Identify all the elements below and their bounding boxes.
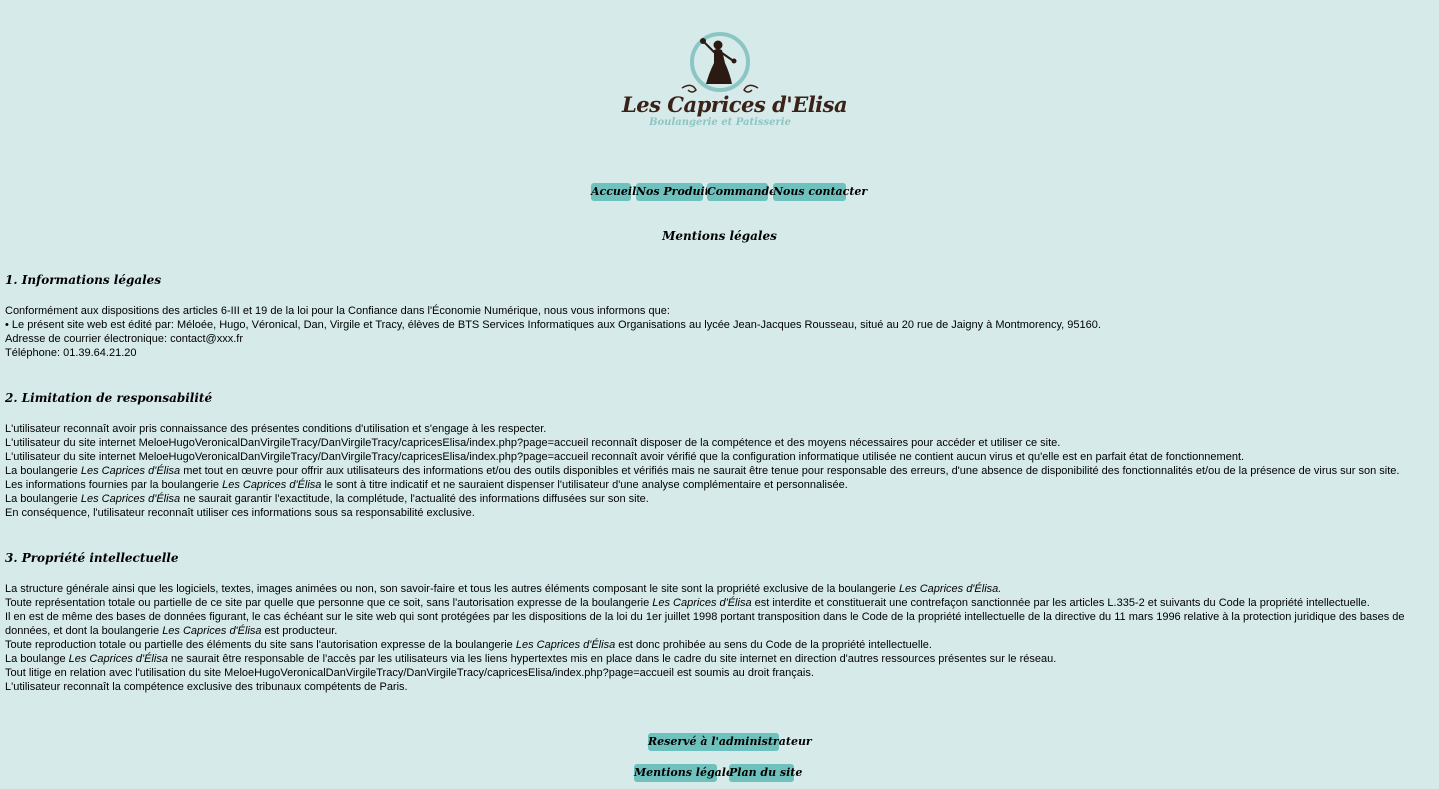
- brand-name: Les Caprices d'Élisa: [515, 639, 616, 651]
- section-2-line: La boulangerie Les Caprices d'Élisa met …: [5, 465, 1400, 477]
- brand-name: Les Caprices d'Élisa: [652, 597, 752, 609]
- section-1-line: Téléphone: 01.39.64.21.20: [5, 347, 137, 359]
- logo-subtitle: Boulangerie et Patisserie: [649, 117, 791, 128]
- section-2-heading: 2. Limitation de responsabilité: [5, 391, 213, 405]
- section-3-line: Tout litige en relation avec l'utilisati…: [5, 667, 814, 679]
- section-1-line: Adresse de courrier électronique: contac…: [5, 333, 243, 345]
- section-2-line: L'utilisateur du site internet MeloeHugo…: [5, 451, 1245, 463]
- footer-plan-du-site-link[interactable]: Plan du site: [729, 764, 802, 782]
- section-1-line: • Le présent site web est édité par: Mél…: [5, 319, 1101, 331]
- section-3-body: La structure générale ainsi que les logi…: [5, 582, 1434, 694]
- brand-name: Les Caprices d'Élisa: [162, 625, 262, 637]
- section-3-line: Il en est de même des bases de données f…: [5, 611, 1405, 637]
- section-1-heading: 1. Informations légales: [5, 273, 162, 287]
- nav-nous-contacter-button[interactable]: Nous contacter: [773, 183, 867, 201]
- section-3-line: L'utilisateur reconnaît la compétence ex…: [5, 681, 408, 693]
- section-3-line: La structure générale ainsi que les logi…: [5, 583, 1002, 595]
- page-title: Mentions légales: [662, 229, 777, 243]
- nav-nos-produits-button[interactable]: Nos Produits: [636, 183, 716, 201]
- section-3-line: La boulange Les Caprices d'Élisa ne saur…: [5, 653, 1057, 665]
- section-2-line: La boulangerie Les Caprices d'Élisa ne s…: [5, 493, 649, 505]
- logo-title: Les Caprices d'Elisa: [622, 92, 848, 117]
- site-logo[interactable]: Les Caprices d'Elisa Boulangerie et Pati…: [622, 30, 848, 132]
- nav-accueil-button[interactable]: Accueil: [591, 183, 636, 201]
- section-1-body: Conformément aux dispositions des articl…: [5, 304, 1434, 360]
- brand-name: Les Caprices d'Élisa: [80, 465, 181, 477]
- brand-name: Les Caprices d'Élisa: [222, 479, 322, 491]
- section-3-heading: 3. Propriété intellectuelle: [5, 551, 179, 565]
- section-2-line: Les informations fournies par la boulang…: [5, 479, 848, 491]
- brand-name: Les Caprices d'Élisa: [80, 493, 181, 505]
- section-2-body: L'utilisateur reconnaît avoir pris conna…: [5, 422, 1434, 520]
- nav-commander-button[interactable]: Commander: [707, 183, 782, 201]
- section-2-line: L'utilisateur reconnaît avoir pris conna…: [5, 423, 547, 435]
- brand-name: Les Caprices d'Élisa.: [898, 583, 1002, 595]
- section-2-line: En conséquence, l'utilisateur reconnaît …: [5, 507, 475, 519]
- section-1-line: Conformément aux dispositions des articl…: [5, 305, 670, 317]
- section-2-line: L'utilisateur du site internet MeloeHugo…: [5, 437, 1061, 449]
- admin-button[interactable]: Reservé à l'administrateur: [648, 733, 812, 751]
- footer-mentions-legales-link[interactable]: Mentions légales: [634, 764, 739, 782]
- section-3-line: Toute reproduction totale ou partielle d…: [5, 639, 932, 651]
- brand-name: Les Caprices d'Élisa: [68, 653, 168, 665]
- section-3-line: Toute représentation totale ou partielle…: [5, 597, 1370, 609]
